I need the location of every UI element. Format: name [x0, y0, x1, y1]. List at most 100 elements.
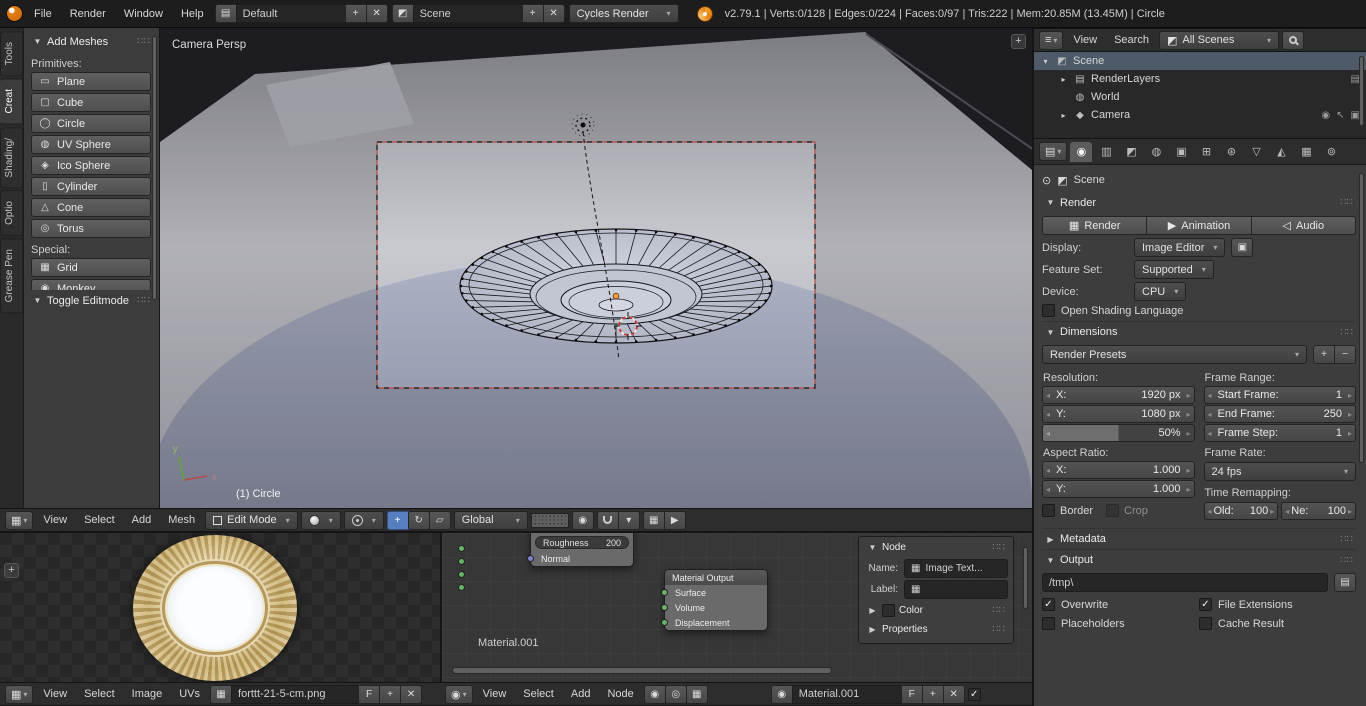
- frame-step-field[interactable]: Frame Step:1: [1203, 424, 1356, 442]
- surface-socket[interactable]: [661, 589, 668, 596]
- new-window-button[interactable]: ▣: [1231, 238, 1254, 257]
- editor-type-button[interactable]: ▦: [5, 684, 34, 704]
- start-frame-field[interactable]: Start Frame:1: [1203, 386, 1356, 404]
- device-dropdown[interactable]: CPU: [1134, 282, 1187, 301]
- render-button[interactable]: ▦ Render: [1042, 216, 1148, 235]
- fake-user-button[interactable]: F: [900, 684, 923, 704]
- tab-constraints[interactable]: ⊞: [1195, 142, 1217, 162]
- panel-grip-icon[interactable]: [137, 295, 150, 306]
- select-menu[interactable]: Select: [516, 687, 561, 701]
- end-frame-field[interactable]: End Frame:250: [1203, 405, 1356, 423]
- overwrite-checkbox[interactable]: [1042, 598, 1055, 611]
- color-swatch-icon[interactable]: [882, 604, 895, 617]
- render-presets-dropdown[interactable]: Render Presets: [1042, 345, 1307, 364]
- blender-logo-icon[interactable]: [6, 5, 23, 22]
- add-cube-button[interactable]: ▢ Cube: [31, 93, 151, 112]
- preset-remove-button[interactable]: −: [1334, 345, 1356, 364]
- volume-socket[interactable]: [661, 604, 668, 611]
- add-uv-sphere-button[interactable]: ◍ UV Sphere: [31, 135, 151, 154]
- add-menu[interactable]: Add: [564, 687, 598, 701]
- color-panel-header[interactable]: ▶ Color: [864, 601, 1008, 620]
- resolution-percentage-slider[interactable]: 50%: [1042, 424, 1195, 442]
- node-socket-output[interactable]: [458, 584, 465, 591]
- preset-add-button[interactable]: +: [1313, 345, 1335, 364]
- display-dropdown[interactable]: Image Editor: [1134, 238, 1226, 257]
- disclosure-icon[interactable]: ▸: [1058, 111, 1069, 120]
- image-name-field[interactable]: forttt-21-5-cm.png: [231, 684, 360, 704]
- tool-shelf-scrollbar[interactable]: [152, 36, 157, 300]
- panel-grip-icon[interactable]: [992, 542, 1005, 553]
- file-browser-button[interactable]: ▤: [1334, 573, 1356, 592]
- osl-checkbox[interactable]: [1042, 304, 1055, 317]
- uvs-menu[interactable]: UVs: [172, 687, 207, 701]
- outliner-row-renderlayers[interactable]: ▸ ▤ RenderLayers ▤: [1034, 70, 1366, 88]
- node-socket-output[interactable]: [458, 558, 465, 565]
- screen-close-button[interactable]: ✕: [365, 4, 388, 23]
- viewport-shading-dropdown[interactable]: [300, 510, 341, 530]
- outliner-row-scene[interactable]: ▾ ◩ Scene: [1034, 52, 1366, 70]
- search-menu[interactable]: Search: [1107, 33, 1156, 47]
- manipulator-translate-button[interactable]: +: [386, 510, 409, 530]
- tab-object[interactable]: ▣: [1170, 142, 1192, 162]
- material-output-node[interactable]: Material Output Surface Volume Displacem…: [661, 569, 768, 631]
- node-editor-hscrollbar[interactable]: [452, 667, 832, 674]
- tab-scene[interactable]: ◩: [1120, 142, 1142, 162]
- panel-grip-icon[interactable]: [992, 605, 1005, 616]
- scene-add-button[interactable]: +: [521, 4, 544, 23]
- add-cone-button[interactable]: △ Cone: [31, 198, 151, 217]
- outliner-scrollbar[interactable]: [1359, 56, 1364, 126]
- display-mode-dropdown[interactable]: ◩ All Scenes: [1158, 30, 1279, 50]
- view-menu[interactable]: View: [1066, 33, 1104, 47]
- material-unlink-button[interactable]: ✕: [942, 684, 965, 704]
- mesh-menu[interactable]: Mesh: [161, 513, 202, 527]
- screen-add-button[interactable]: +: [344, 4, 367, 23]
- pin-icon[interactable]: ⊙: [1042, 174, 1051, 187]
- cache-result-checkbox[interactable]: [1199, 617, 1212, 630]
- view-menu[interactable]: View: [36, 513, 74, 527]
- editor-type-button[interactable]: ▤: [1039, 142, 1068, 161]
- panel-grip-icon[interactable]: [1340, 534, 1353, 545]
- menu-window[interactable]: Window: [117, 7, 170, 21]
- tab-object-data[interactable]: ▽: [1245, 142, 1267, 162]
- add-grid-button[interactable]: ▦ Grid: [31, 258, 151, 277]
- shader-node-partial[interactable]: Roughness 200 Normal: [527, 533, 634, 567]
- layers-widget[interactable]: [530, 512, 569, 528]
- disclosure-icon[interactable]: ▾: [1040, 57, 1051, 66]
- tab-texture[interactable]: ▦: [1295, 142, 1317, 162]
- snap-magnet-button[interactable]: [596, 510, 619, 530]
- world-shader-button[interactable]: ◎: [664, 684, 687, 704]
- tab-world[interactable]: ◍: [1145, 142, 1167, 162]
- feature-set-dropdown[interactable]: Supported: [1134, 260, 1214, 279]
- tab-options[interactable]: Optio: [0, 190, 23, 237]
- panel-grip-icon[interactable]: [992, 624, 1005, 635]
- image-unlink-button[interactable]: ✕: [400, 684, 423, 704]
- add-ico-sphere-button[interactable]: ◈ Ico Sphere: [31, 156, 151, 175]
- add-meshes-panel-header[interactable]: ▼ Add Meshes: [29, 31, 153, 52]
- node-editor-vscrollbar[interactable]: [1023, 547, 1028, 609]
- metadata-panel-header[interactable]: ▶ Metadata: [1042, 528, 1356, 549]
- image-add-button[interactable]: +: [379, 684, 402, 704]
- outliner-row-camera[interactable]: ▸ ◆ Camera ◉ ↖ ▣: [1034, 106, 1366, 124]
- node-socket-output[interactable]: [458, 571, 465, 578]
- scene-browse-icon[interactable]: ◩: [391, 4, 414, 23]
- node-panel-header[interactable]: ▼ Node: [864, 538, 1008, 557]
- view-menu[interactable]: View: [476, 687, 514, 701]
- tab-material[interactable]: ◭: [1270, 142, 1292, 162]
- lock-to-scene-button[interactable]: ◉: [571, 510, 594, 530]
- editor-type-button[interactable]: ▦: [5, 510, 34, 530]
- pivot-point-dropdown[interactable]: [343, 510, 384, 530]
- node-menu[interactable]: Node: [600, 687, 640, 701]
- screen-browse-icon[interactable]: ▤: [214, 4, 237, 23]
- tab-particles[interactable]: ⊚: [1320, 142, 1342, 162]
- image-menu[interactable]: Image: [125, 687, 170, 701]
- material-name-field[interactable]: Material.001: [791, 684, 902, 704]
- material-add-button[interactable]: +: [921, 684, 944, 704]
- add-menu[interactable]: Add: [125, 513, 159, 527]
- manipulator-scale-button[interactable]: ▱: [428, 510, 451, 530]
- fake-user-button[interactable]: F: [358, 684, 381, 704]
- add-cylinder-button[interactable]: ▯ Cylinder: [31, 177, 151, 196]
- outliner-row-world[interactable]: ◍ World: [1034, 88, 1366, 106]
- tab-render[interactable]: ◉: [1070, 141, 1093, 162]
- view-menu[interactable]: View: [36, 687, 74, 701]
- output-path-field[interactable]: /tmp\: [1042, 573, 1328, 592]
